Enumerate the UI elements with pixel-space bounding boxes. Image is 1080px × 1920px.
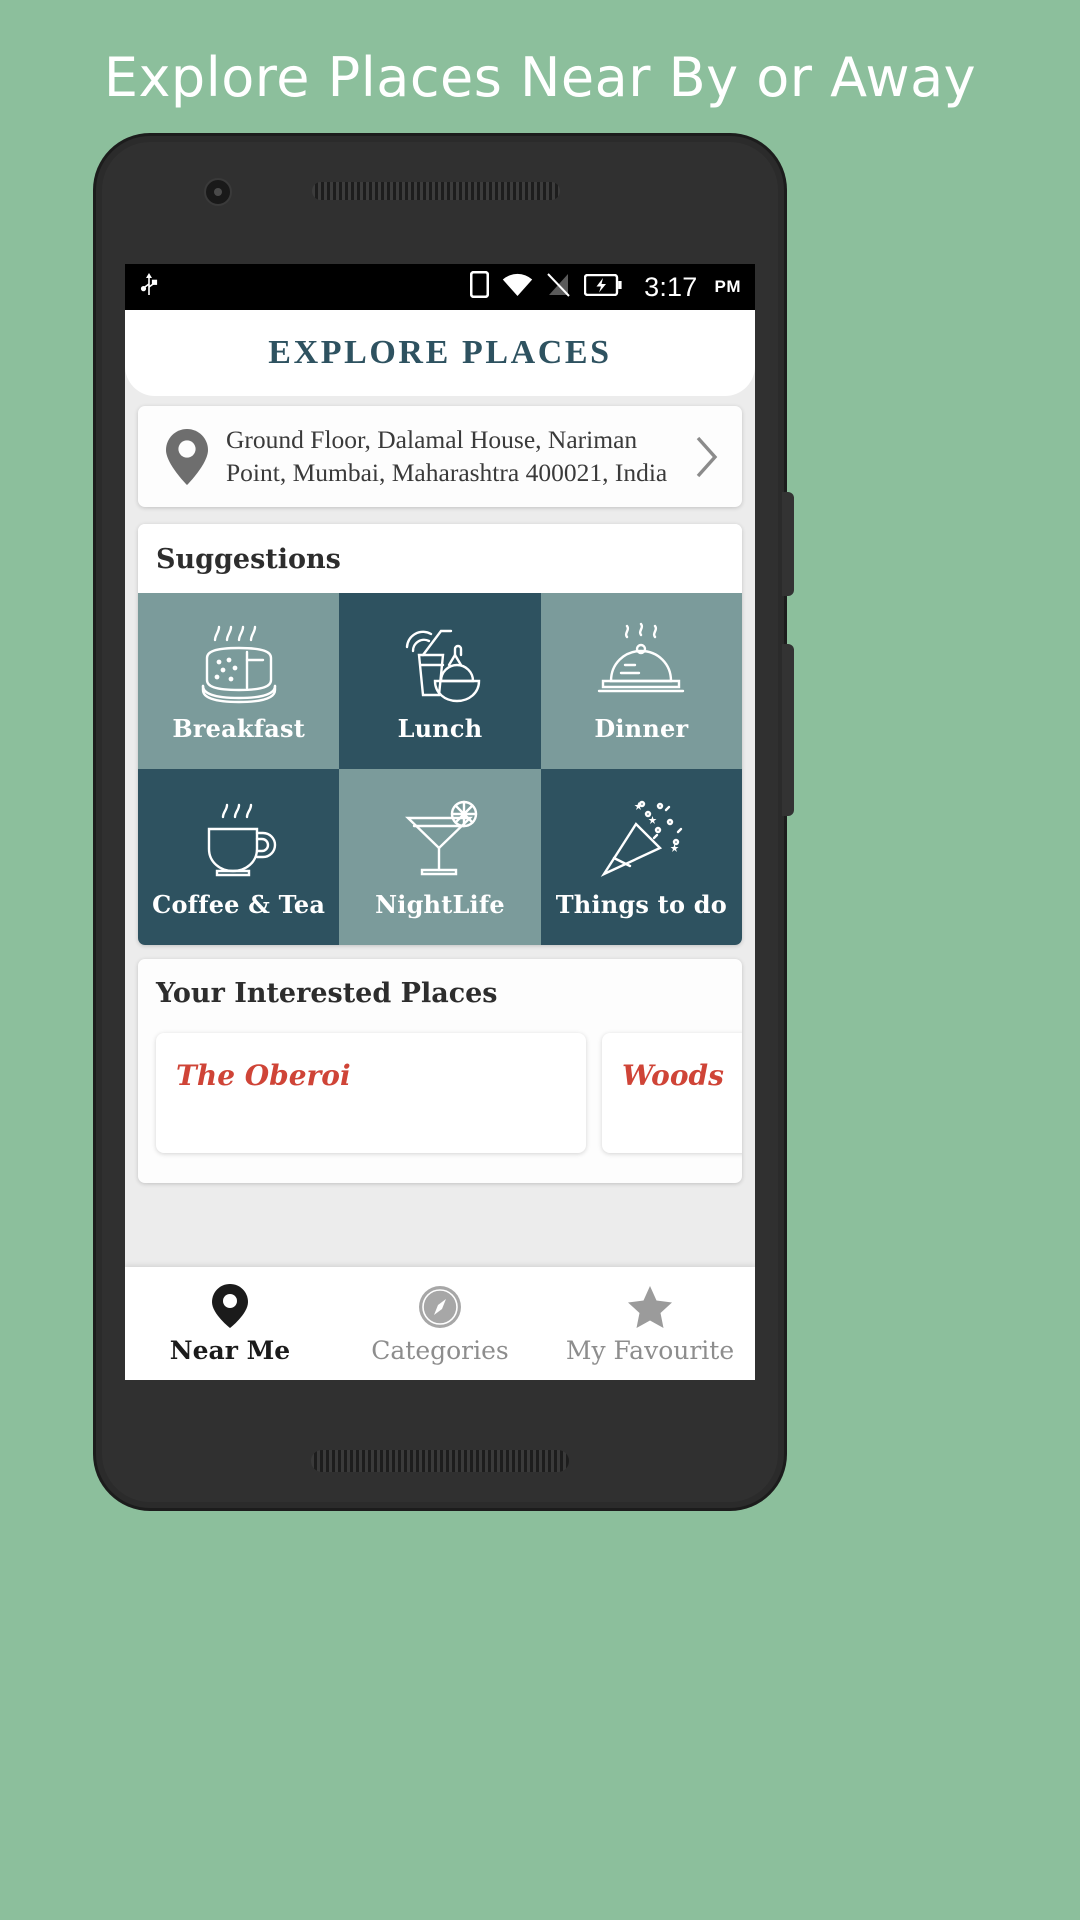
nav-item-categories[interactable]: Categories bbox=[335, 1267, 545, 1380]
suggestion-tile-label: Dinner bbox=[594, 713, 689, 743]
nav-item-near-me[interactable]: Near Me bbox=[125, 1267, 335, 1380]
nav-item-label: My Favourite bbox=[565, 1335, 735, 1365]
cocktail-glass-icon bbox=[392, 796, 488, 882]
suggestions-card: Suggestions Breakfast Lunch Dinner Coffe… bbox=[138, 524, 742, 946]
page-title: Explore Places Near By or Away bbox=[103, 46, 977, 109]
phone-device-frame: 3:17 PM EXPLORE PLACES Ground Floor, Dal… bbox=[96, 136, 794, 1508]
usb-icon bbox=[139, 272, 159, 303]
bottom-speaker-grille bbox=[311, 1450, 569, 1472]
coffee-cup-icon bbox=[191, 796, 287, 882]
signal-off-icon bbox=[546, 272, 571, 302]
place-card[interactable]: Woods bbox=[602, 1033, 742, 1154]
volume-button[interactable] bbox=[782, 644, 794, 816]
wifi-icon bbox=[502, 272, 533, 302]
suggestion-tile-things-to-do[interactable]: Things to do bbox=[540, 769, 742, 946]
current-location-card[interactable]: Ground Floor, Dalamal House, Nariman Poi… bbox=[138, 406, 742, 508]
suggestion-tile-label: Things to do bbox=[555, 889, 727, 919]
battery-charging-icon bbox=[583, 273, 622, 301]
nav-item-label: Near Me bbox=[169, 1335, 291, 1365]
suggestion-tile-label: Coffee & Tea bbox=[152, 889, 326, 919]
suggestions-title: Suggestions bbox=[138, 524, 742, 594]
nav-item-label: Categories bbox=[371, 1335, 509, 1365]
compass-icon bbox=[418, 1283, 462, 1329]
place-card[interactable]: The Oberoi bbox=[156, 1033, 586, 1154]
app-bar: EXPLORE PLACES bbox=[125, 310, 755, 396]
status-bar-right: 3:17 PM bbox=[470, 270, 741, 303]
status-bar-ampm: PM bbox=[714, 277, 741, 296]
earpiece-speaker bbox=[312, 182, 560, 200]
location-pin-icon bbox=[156, 428, 218, 486]
screen-content: Ground Floor, Dalamal House, Nariman Poi… bbox=[125, 396, 755, 1380]
sim-card-icon bbox=[470, 270, 490, 303]
suggestion-tile-coffee-tea[interactable]: Coffee & Tea bbox=[138, 769, 340, 946]
place-name: The Oberoi bbox=[176, 1059, 351, 1093]
suggestion-tile-label: Breakfast bbox=[172, 713, 305, 743]
location-pin-icon bbox=[211, 1283, 249, 1329]
front-camera-icon bbox=[204, 178, 232, 206]
app-title: EXPLORE PLACES bbox=[268, 334, 612, 371]
status-bar-left bbox=[139, 272, 470, 303]
interested-places-title: Your Interested Places bbox=[156, 978, 498, 1010]
status-bar-clock: 3:17 bbox=[644, 271, 698, 302]
interested-places-list[interactable]: The Oberoi Woods bbox=[138, 1023, 742, 1183]
nav-item-my-favourite[interactable]: My Favourite bbox=[545, 1267, 755, 1380]
suggestion-tile-label: Lunch bbox=[397, 713, 483, 743]
chevron-right-icon[interactable] bbox=[686, 435, 728, 479]
address-text: Ground Floor, Dalamal House, Nariman Poi… bbox=[226, 425, 668, 487]
place-name: Woods bbox=[622, 1059, 724, 1093]
status-bar: 3:17 PM bbox=[125, 264, 755, 310]
cloche-dish-icon bbox=[593, 620, 689, 706]
suggestion-tile-dinner[interactable]: Dinner bbox=[540, 593, 742, 770]
phone-top-bezel bbox=[96, 136, 784, 258]
suggestion-tile-label: NightLife bbox=[375, 889, 505, 919]
suggestions-grid: Breakfast Lunch Dinner Coffee & Tea Nigh… bbox=[138, 593, 742, 946]
suggestion-tile-nightlife[interactable]: NightLife bbox=[339, 769, 541, 946]
toast-bread-icon bbox=[191, 620, 287, 706]
star-icon bbox=[627, 1283, 673, 1329]
phone-screen: 3:17 PM EXPLORE PLACES Ground Floor, Dal… bbox=[125, 264, 755, 1380]
party-popper-icon bbox=[592, 796, 690, 882]
suggestion-tile-lunch[interactable]: Lunch bbox=[339, 593, 541, 770]
power-button[interactable] bbox=[782, 492, 794, 596]
drink-bowl-icon bbox=[393, 620, 487, 706]
interested-places-card: Your Interested Places The Oberoi Woods bbox=[138, 959, 742, 1184]
suggestion-tile-breakfast[interactable]: Breakfast bbox=[138, 593, 340, 770]
bottom-navigation-bar: Near Me Categories My Favourite bbox=[125, 1267, 755, 1380]
